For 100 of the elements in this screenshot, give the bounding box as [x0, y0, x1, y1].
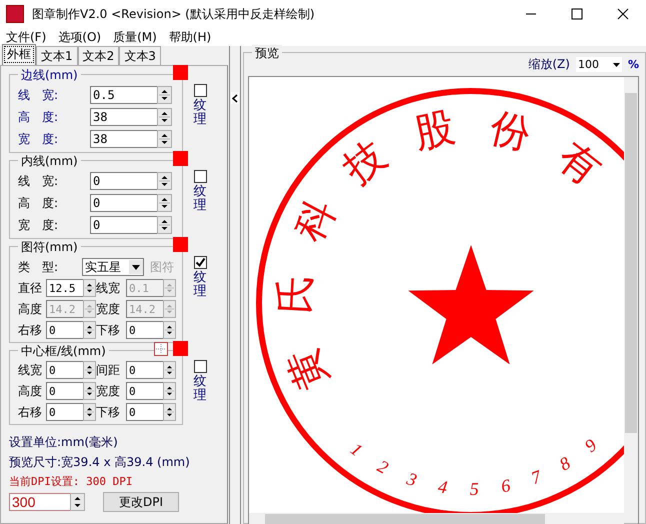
info-text: 当前DPI设置: 300 DPI [9, 474, 134, 490]
dropdown-value: 100 [576, 58, 600, 71]
color-swatch[interactable] [173, 237, 188, 252]
field-label: 下移 [96, 322, 121, 338]
scroll-thumb[interactable] [265, 514, 545, 524]
texture-label: 纹理 [194, 375, 206, 404]
group-title: 中心框/线(mm) [18, 343, 109, 360]
number-field[interactable]: 0 [46, 403, 83, 421]
collapse-arrow-icon[interactable] [231, 92, 239, 104]
spin-buttons[interactable] [157, 86, 172, 104]
field-label: 下移 [96, 404, 121, 420]
percent-label: % [628, 58, 639, 71]
zoom-label: 缩放(Z) [528, 56, 570, 73]
number-field[interactable]: 0 [126, 321, 163, 339]
group-title: 边线(mm) [18, 67, 81, 84]
stamp-character: 科 [286, 192, 346, 249]
field-label: 线 宽: [18, 86, 60, 104]
spin-buttons[interactable] [163, 403, 176, 421]
stamp-character: 技 [335, 132, 395, 193]
number-field[interactable]: 0 [126, 361, 163, 379]
scroll-thumb[interactable] [625, 93, 637, 433]
texture-checkbox[interactable] [194, 256, 206, 269]
number-field[interactable]: 38 [90, 130, 157, 148]
spin-buttons[interactable] [157, 108, 172, 126]
spin-buttons[interactable] [157, 172, 172, 190]
spin-buttons[interactable] [157, 130, 172, 148]
number-field[interactable]: 0 [90, 194, 157, 212]
change-dpi-button[interactable]: 更改DPI [103, 492, 179, 512]
info-text: 预览尺寸:宽39.4 x 高39.4 (mm) [9, 454, 191, 471]
spin-buttons[interactable] [163, 321, 176, 339]
spin-buttons[interactable] [163, 382, 176, 400]
field-label: 高度 [18, 300, 43, 318]
tab[interactable]: 外框 [2, 44, 36, 65]
spin-buttons[interactable] [70, 493, 85, 511]
number-field[interactable]: 0 [90, 172, 157, 190]
number-field[interactable]: 0 [46, 382, 83, 400]
zoom-dropdown[interactable]: 100 [576, 57, 622, 72]
stamp-character: 黄 [279, 342, 337, 396]
field-label: 右移 [18, 322, 43, 338]
stamp-character: 份 [486, 104, 536, 158]
stamp-digit: 7 [528, 466, 544, 488]
grid-button[interactable] [154, 342, 168, 356]
info-text: 设置单位:mm(毫米) [9, 434, 119, 451]
number-field[interactable]: 12.5 [46, 279, 83, 297]
field-label: 间距 [96, 362, 121, 378]
number-field[interactable]: 38 [90, 108, 157, 126]
spin-buttons[interactable] [83, 279, 96, 297]
texture-checkbox[interactable] [194, 360, 206, 373]
stamp-digit: 8 [556, 452, 574, 475]
color-swatch[interactable] [173, 341, 188, 356]
field-label: 宽度 [96, 382, 121, 400]
stamp-digit: 4 [436, 476, 449, 498]
number-field[interactable]: 0 [90, 216, 157, 234]
window-title: 图章制作V2.0 <Revision> (默认采用中反走样绘制) [32, 6, 316, 22]
horizontal-scrollbar[interactable] [249, 513, 624, 524]
texture-checkbox[interactable] [194, 84, 206, 97]
spin-buttons[interactable] [83, 403, 96, 421]
spin-buttons[interactable] [163, 361, 176, 379]
texture-label: 纹理 [194, 185, 206, 214]
spin-buttons[interactable] [83, 382, 96, 400]
star-icon [408, 245, 534, 364]
number-field[interactable]: 0 [46, 361, 83, 379]
texture-label: 纹理 [194, 271, 206, 300]
tab[interactable]: 文本3 [119, 46, 161, 65]
menu-item[interactable]: 质量(M) [109, 28, 165, 46]
dropdown-value: 实五星 [84, 258, 122, 276]
field-label: 宽 度: [18, 216, 60, 234]
field-label: 高度 [18, 382, 43, 400]
group-title: 图符(mm) [18, 239, 81, 256]
number-field[interactable]: 0 [46, 321, 83, 339]
field-label: 直径 [18, 280, 43, 296]
app-logo-icon [6, 5, 24, 23]
texture-label: 纹理 [194, 99, 206, 128]
stamp-character: 氏 [271, 272, 320, 315]
spin-buttons[interactable] [83, 321, 96, 339]
dpi-field[interactable]: 300 [9, 493, 70, 511]
field-label: 宽 度: [18, 130, 60, 148]
stamp-digit: 3 [404, 468, 420, 490]
tab[interactable]: 文本2 [78, 46, 120, 65]
menu-item[interactable]: 文件(F) [2, 28, 54, 46]
spin-buttons[interactable] [157, 216, 172, 234]
menu-item[interactable]: 选项(O) [54, 28, 110, 46]
type-dropdown[interactable]: 实五星 [82, 258, 144, 276]
menu-item[interactable]: 帮助(H) [164, 28, 220, 46]
number-field[interactable]: 0 [126, 403, 163, 421]
field-label: 线宽 [18, 362, 43, 378]
stamp-character: 股 [410, 104, 459, 158]
maximize-icon[interactable] [569, 6, 585, 22]
color-swatch[interactable] [173, 151, 188, 166]
stamp-digit: 5 [470, 478, 479, 500]
close-icon[interactable] [615, 6, 631, 22]
color-swatch[interactable] [173, 65, 188, 80]
stamp-digit: 9 [580, 434, 600, 456]
tab[interactable]: 文本1 [36, 46, 78, 65]
spin-buttons[interactable] [157, 194, 172, 212]
number-field[interactable]: 0 [126, 382, 163, 400]
group-title: 内线(mm) [18, 153, 81, 170]
number-field[interactable]: 0.5 [90, 86, 157, 104]
spin-buttons[interactable] [83, 361, 96, 379]
texture-checkbox[interactable] [194, 170, 206, 183]
